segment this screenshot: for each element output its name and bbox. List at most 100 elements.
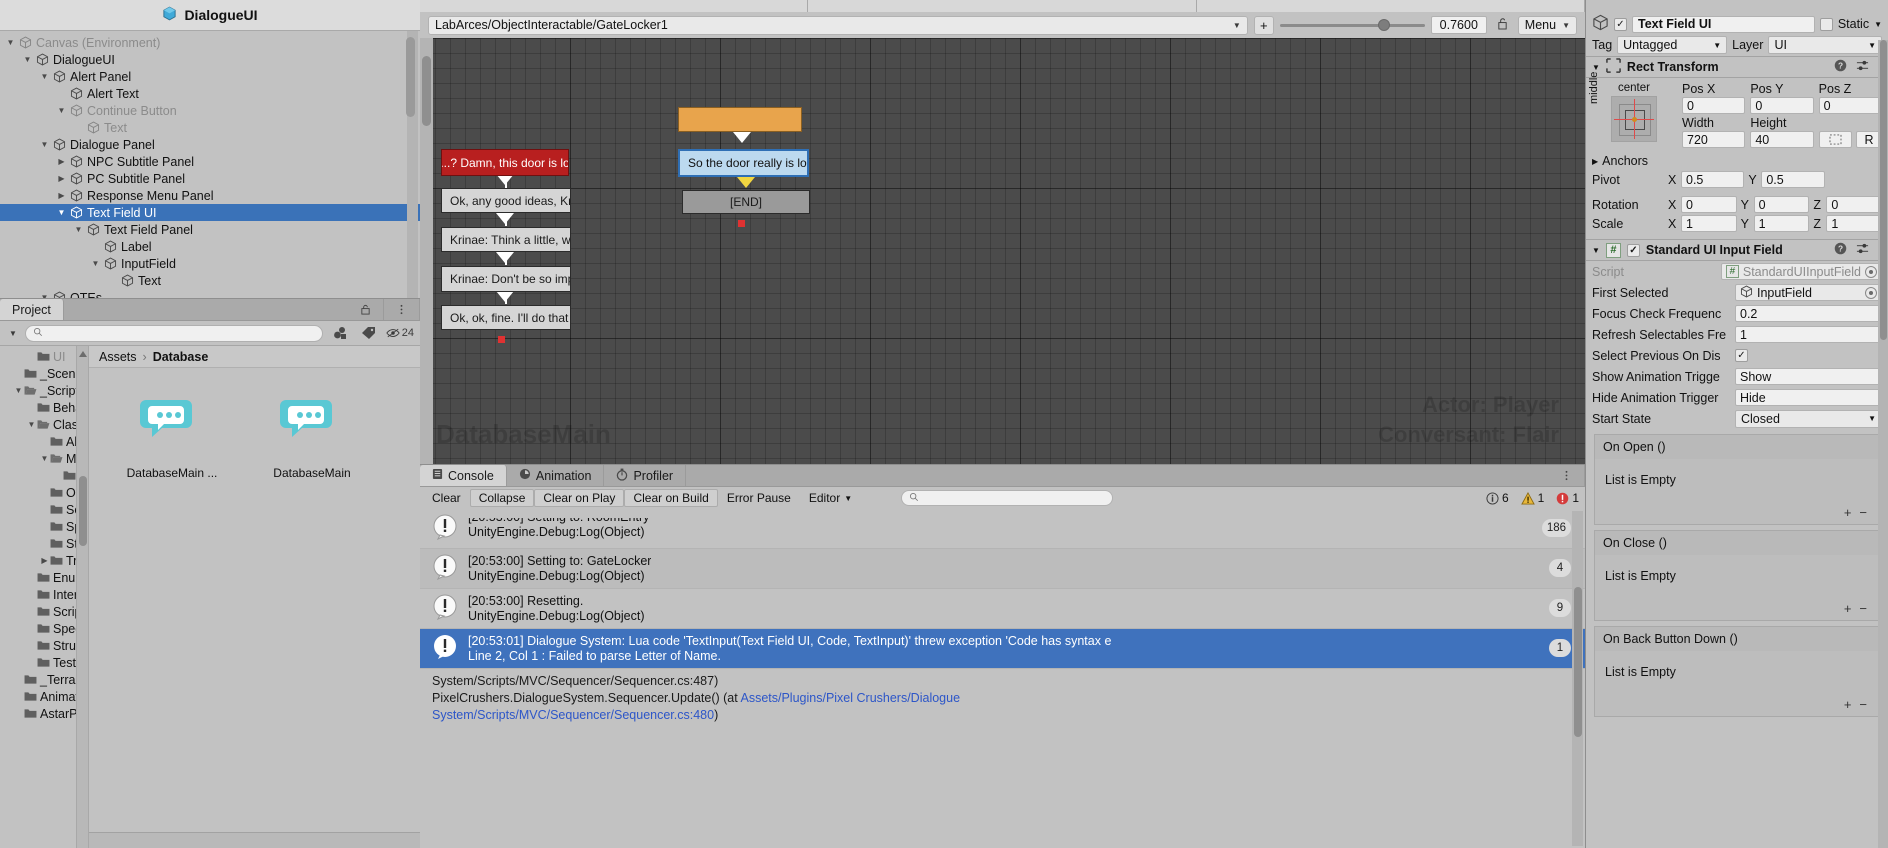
layer-dropdown[interactable]: UI ▼: [1768, 36, 1882, 54]
project-folder-speci[interactable]: Speci: [0, 620, 88, 637]
dialogue-node-sel[interactable]: So the door really is lock: [678, 149, 809, 177]
width-field[interactable]: 720: [1682, 131, 1746, 148]
console-scroll-thumb[interactable]: [1574, 587, 1582, 737]
event-add-button-on-close[interactable]: +: [1844, 601, 1852, 616]
hierarchy-item-alert-panel[interactable]: ▼ Alert Panel: [0, 68, 420, 85]
hierarchy-item-dialogueui[interactable]: ▼ DialogueUI: [0, 51, 420, 68]
project-folder-trig[interactable]: ▶Trig: [0, 552, 88, 569]
asset-item[interactable]: DatabaseMain: [257, 390, 367, 480]
component-enabled-checkbox[interactable]: ✓: [1626, 243, 1640, 257]
stack-link-1[interactable]: Assets/Plugins/Pixel Crushers/Dialogue: [740, 691, 960, 705]
tab-profiler[interactable]: Profiler: [604, 465, 687, 486]
rotation-x-field[interactable]: 0: [1681, 196, 1737, 213]
disclosure-triangle-icon[interactable]: ▼: [89, 259, 102, 268]
scroll-up-arrow-icon[interactable]: [79, 351, 87, 357]
project-folder-ui[interactable]: UI: [0, 348, 88, 365]
dialogue-node-canvas[interactable]: DatabaseMain Actor: Player Conversant: F…: [420, 38, 1585, 464]
tag-dropdown[interactable]: Untagged ▼: [1617, 36, 1728, 54]
inspector-scroll-thumb[interactable]: [1880, 40, 1887, 340]
hierarchy-item-qtes[interactable]: ▼ QTEs: [0, 289, 420, 298]
hierarchy-scrollbar[interactable]: [406, 31, 418, 298]
rect-transform-header[interactable]: ▼ Rect Transform ?: [1586, 56, 1888, 78]
breadcrumb-root[interactable]: Assets: [99, 350, 137, 364]
property-text-field-focus-check-frequenc[interactable]: 0.2: [1735, 305, 1882, 322]
object-picker-icon[interactable]: [1865, 286, 1877, 299]
object-picker-icon[interactable]: [1865, 265, 1877, 278]
project-folder-abs[interactable]: Abs: [0, 433, 88, 450]
event-remove-button-on-close[interactable]: −: [1859, 601, 1867, 616]
hierarchy-item-response-menu-panel[interactable]: ▶ Response Menu Panel: [0, 187, 420, 204]
static-checkbox[interactable]: [1819, 17, 1833, 31]
hierarchy-item-npc-subtitle-panel[interactable]: ▶ NPC Subtitle Panel: [0, 153, 420, 170]
project-folder-struct[interactable]: Struct: [0, 637, 88, 654]
add-conversation-button[interactable]: +: [1253, 15, 1274, 35]
project-tree-scrollbar[interactable]: [76, 346, 88, 848]
tab-project[interactable]: Project: [0, 299, 64, 320]
rotation-z-field[interactable]: 0: [1826, 196, 1883, 213]
project-folder-tests[interactable]: Tests: [0, 654, 88, 671]
project-folder-class[interactable]: ▼ Class: [0, 416, 88, 433]
help-icon[interactable]: ?: [1834, 242, 1847, 258]
pivot-x-field[interactable]: 0.5: [1681, 171, 1745, 188]
project-menu-icon[interactable]: [384, 299, 420, 320]
error-counter[interactable]: 1: [1550, 491, 1585, 505]
log-counter[interactable]: 6: [1480, 491, 1515, 505]
gameobject-name-field[interactable]: Text Field UI: [1632, 15, 1815, 33]
blueprint-mode-button[interactable]: [1818, 131, 1852, 148]
disclosure-triangle-icon[interactable]: ▼: [72, 225, 85, 234]
event-remove-button-on-open[interactable]: −: [1859, 505, 1867, 520]
hierarchy-item-text-field-ui[interactable]: ▼ Text Field UI: [0, 204, 420, 221]
event-add-button-on-open[interactable]: +: [1844, 505, 1852, 520]
disclosure-triangle-icon[interactable]: ▼: [4, 38, 17, 47]
property-dropdown-start-state[interactable]: Closed ▼: [1735, 409, 1882, 428]
project-lock-icon[interactable]: [348, 299, 384, 320]
zoom-slider-knob[interactable]: [1378, 19, 1391, 31]
hierarchy-item-text-field-panel[interactable]: ▼ Text Field Panel: [0, 221, 420, 238]
hierarchy-item-text[interactable]: Text: [0, 272, 420, 289]
rotation-y-field[interactable]: 0: [1753, 196, 1810, 213]
property-text-field-show-animation-trigge[interactable]: Show: [1735, 368, 1882, 385]
clear-button[interactable]: Clear: [423, 489, 470, 507]
project-search-input[interactable]: [24, 324, 323, 342]
lock-icon[interactable]: [1493, 17, 1512, 33]
disclosure-triangle-icon[interactable]: ▼: [55, 106, 68, 115]
hierarchy-item-text[interactable]: Text: [0, 119, 420, 136]
dialogue-node-start[interactable]: [678, 107, 802, 132]
pos-z-field[interactable]: 0: [1818, 97, 1882, 114]
anchor-preset-box[interactable]: [1611, 96, 1657, 142]
project-folder-scenes[interactable]: _Scenes: [0, 365, 88, 382]
console-menu-icon[interactable]: [1549, 465, 1585, 486]
chevron-down-icon[interactable]: ▼: [1592, 63, 1600, 72]
console-search-input[interactable]: [901, 490, 1114, 506]
project-create-dropdown[interactable]: ▼: [6, 329, 20, 338]
disclosure-triangle-icon[interactable]: ▶: [55, 191, 68, 200]
anchor-preset-widget[interactable]: center middle: [1588, 72, 1676, 150]
property-object-field-script[interactable]: # StandardUIInputField: [1720, 263, 1882, 280]
project-folder-obj[interactable]: Obj: [0, 484, 88, 501]
preset-icon[interactable]: [1856, 59, 1869, 75]
project-folder-astarpat[interactable]: AstarPat: [0, 705, 88, 722]
hierarchy-item-pc-subtitle-panel[interactable]: ▶ PC Subtitle Panel: [0, 170, 420, 187]
hierarchy-item-canvas-environment[interactable]: ▼ Canvas (Environment): [0, 34, 420, 51]
disclosure-triangle-icon[interactable]: ▼: [21, 55, 34, 64]
dialogue-node-grey3[interactable]: Krinae: Don't be so impuls: [441, 266, 571, 292]
filter-type-icon[interactable]: [327, 323, 352, 343]
anchors-foldout[interactable]: ▶ Anchors: [1586, 152, 1888, 170]
project-folder-sta[interactable]: Sta: [0, 535, 88, 552]
clear-on-play-button[interactable]: Clear on Play: [534, 489, 625, 507]
console-scrollbar[interactable]: [1572, 511, 1583, 846]
project-folder-behav[interactable]: Behav: [0, 399, 88, 416]
pos-y-field[interactable]: 0: [1750, 97, 1814, 114]
warning-counter[interactable]: 1: [1515, 491, 1551, 505]
error-pause-button[interactable]: Error Pause: [717, 489, 800, 507]
project-folder-r[interactable]: R: [0, 467, 88, 484]
zoom-value-field[interactable]: 0.7600: [1430, 16, 1487, 34]
project-folder-ma[interactable]: ▼ Ma: [0, 450, 88, 467]
project-folder-enums[interactable]: Enums: [0, 569, 88, 586]
hierarchy-scroll-thumb[interactable]: [406, 37, 415, 117]
help-icon[interactable]: ?: [1834, 59, 1847, 75]
gameobject-active-checkbox[interactable]: ✓: [1614, 17, 1627, 31]
chevron-down-icon[interactable]: ▼: [1592, 246, 1600, 255]
standard-ui-input-field-header[interactable]: ▼ # ✓ Standard UI Input Field ?: [1586, 239, 1888, 261]
scale-x-field[interactable]: 1: [1681, 215, 1737, 232]
